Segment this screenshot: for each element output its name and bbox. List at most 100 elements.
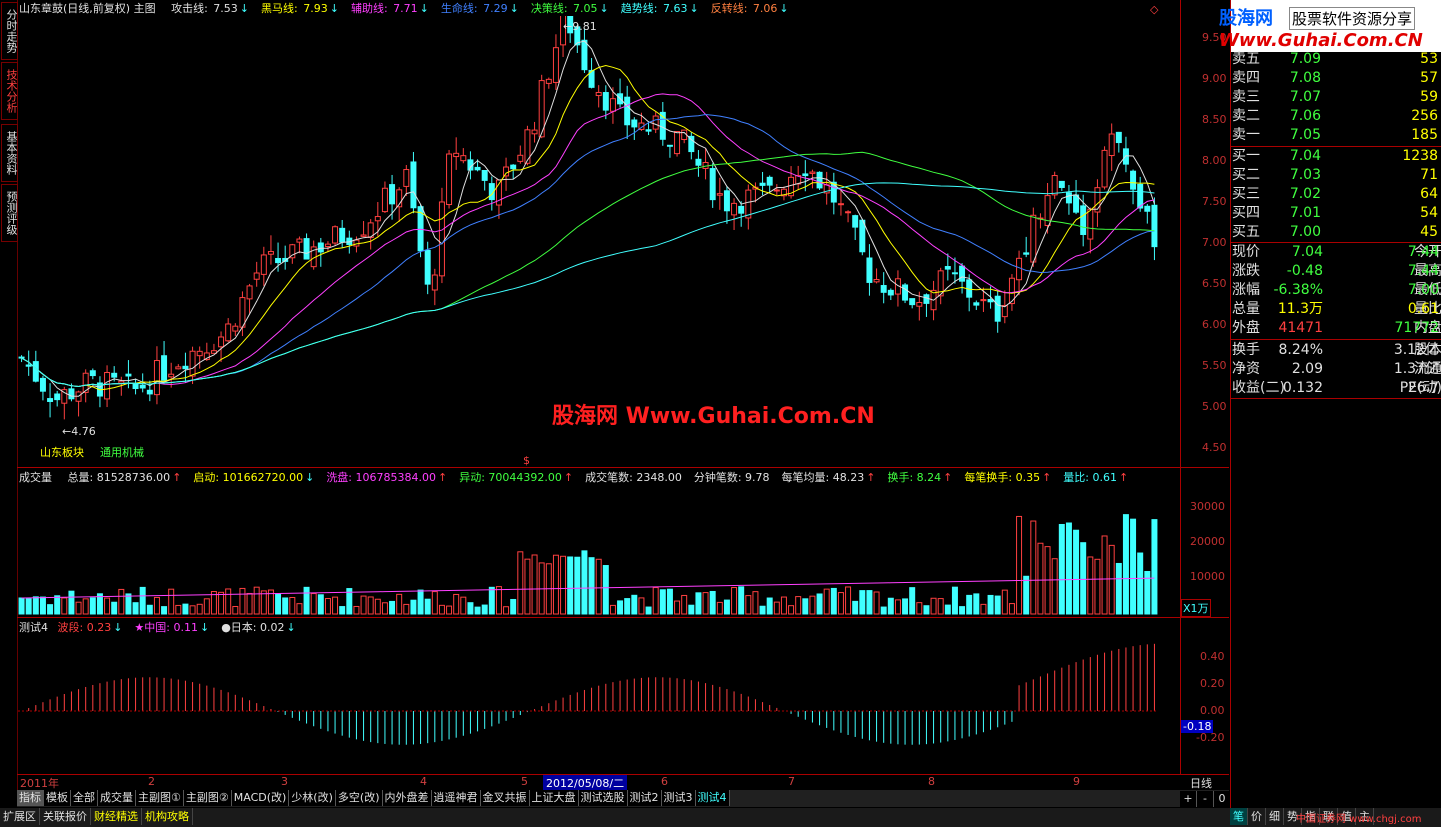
status-tab[interactable]: 关联报价 <box>40 808 91 825</box>
period-label[interactable]: 日线 <box>1190 775 1212 791</box>
volume-bar <box>859 590 866 615</box>
volume-bar <box>89 597 96 615</box>
candle-body <box>139 384 146 389</box>
tab-fundamentals[interactable]: 基本资料 <box>1 124 18 182</box>
candle-body <box>581 39 588 71</box>
candle-body <box>225 323 232 342</box>
order-volume: 53 <box>1420 51 1438 67</box>
zoom-button[interactable]: - <box>1197 791 1214 807</box>
indicator-tab[interactable]: 上证大盘 <box>529 790 579 806</box>
arrow-icon: ↑ <box>1119 471 1129 484</box>
volume-bar <box>567 556 574 615</box>
indicator-tab[interactable]: 指标 <box>17 790 44 806</box>
indicator-tab[interactable]: 测试4 <box>695 790 730 806</box>
volume-bar <box>39 596 46 615</box>
indicator-tab[interactable]: 金叉共振 <box>480 790 530 806</box>
price-tick-label: 8.50 <box>1202 113 1227 126</box>
volume-bar <box>1037 542 1044 615</box>
volume-bar <box>125 593 132 615</box>
candle-body <box>1080 205 1087 235</box>
quote-view-tab[interactable]: 价 <box>1248 808 1266 825</box>
indicator-tab[interactable]: 主副图② <box>183 790 232 806</box>
candle-body <box>410 161 417 209</box>
status-tab[interactable]: 财经精选 <box>91 808 142 825</box>
candle-body <box>25 364 32 367</box>
volume-bar <box>1058 523 1065 615</box>
indicator-tab[interactable]: 内外盘差 <box>382 790 432 806</box>
dividend-marker-icon: $ <box>523 454 530 467</box>
order-volume: 256 <box>1411 108 1438 124</box>
indicator-tab[interactable]: 少林(改) <box>289 790 336 806</box>
indicator-stat: 趋势线: 7.63 ↓ <box>621 2 701 15</box>
volume-bar <box>353 605 360 615</box>
arrow-icon: ↓ <box>419 2 429 15</box>
status-tab[interactable]: 机构攻略 <box>142 808 193 825</box>
volume-bar <box>446 605 453 615</box>
indicator-tab[interactable]: 主副图① <box>136 790 184 806</box>
indicator-tab[interactable]: 测试3 <box>661 790 696 806</box>
industry-label[interactable]: 通用机械 <box>100 444 144 460</box>
quote-value: 0.61 <box>1407 301 1439 317</box>
stat-text: ★中国: 0.11 <box>134 621 198 634</box>
volume-bar <box>381 602 388 615</box>
candle-body <box>175 366 182 370</box>
order-volume: 64 <box>1420 186 1438 202</box>
order-volume: 54 <box>1420 205 1438 221</box>
volume-bar <box>132 602 139 615</box>
indicator-tab[interactable]: 测试2 <box>627 790 662 806</box>
candle-body <box>987 299 994 303</box>
indicator-tab[interactable]: MACD(改) <box>231 790 290 806</box>
tab-intraday[interactable]: 分时走势 <box>1 2 18 60</box>
order-volume: 71 <box>1420 167 1438 183</box>
candle-body <box>973 302 980 306</box>
status-tab[interactable]: 扩展区 <box>0 808 40 825</box>
zoom-button[interactable]: 0 <box>1214 791 1231 807</box>
candle-body <box>944 266 951 270</box>
tab-forecast[interactable]: 预测评级 <box>1 184 18 242</box>
candle-body <box>852 215 859 228</box>
order-price: 7.06 <box>1289 108 1321 124</box>
indicator-tab[interactable]: 测试选股 <box>578 790 628 806</box>
tab-technical[interactable]: 技术分析 <box>1 62 18 120</box>
volume-bar <box>695 592 702 615</box>
volume-stat: 换手: 8.24 ↑ <box>887 471 954 484</box>
volume-bar <box>374 598 381 615</box>
order-volume: 185 <box>1411 127 1438 143</box>
quote-row: 外盘 41471 内盘 71772 <box>1231 319 1441 338</box>
indicator-tab[interactable]: 多空(改) <box>335 790 383 806</box>
volume-bar <box>723 599 730 615</box>
volume-bar <box>467 602 474 615</box>
candle-body <box>317 242 324 253</box>
volume-bar <box>239 587 246 615</box>
volume-bar <box>460 596 467 615</box>
quote-view-tab[interactable]: 细 <box>1266 808 1284 825</box>
volume-bar <box>866 590 873 615</box>
candle-body <box>339 227 346 243</box>
volume-bar <box>495 586 502 615</box>
candle-body <box>232 325 239 332</box>
date-tick-label: 4 <box>420 775 427 788</box>
volume-bar <box>560 555 567 615</box>
candle-body <box>1087 208 1094 240</box>
indicator-tab[interactable]: 模板 <box>44 790 71 806</box>
chart-settings-icon[interactable]: ◇ <box>1150 3 1158 16</box>
volume-bar <box>795 596 802 615</box>
volume-bar <box>759 605 766 615</box>
quote-view-tab[interactable]: 笔 <box>1230 808 1248 825</box>
zoom-button[interactable]: + <box>1180 791 1197 807</box>
candle-body <box>1115 131 1122 144</box>
arrow-icon: ↓ <box>239 2 250 15</box>
order-label: 卖五 <box>1232 51 1260 67</box>
volume-bar <box>317 594 324 615</box>
volume-bar <box>175 604 182 615</box>
volume-bar <box>809 595 816 615</box>
candle-body <box>624 96 631 126</box>
stat-text: 每笔均量: 48.23 <box>781 471 865 484</box>
indicator-tab[interactable]: 全部 <box>71 790 98 806</box>
volume-bar <box>104 597 111 615</box>
indicator-tab[interactable]: 成交量 <box>98 790 136 806</box>
indicator-tab[interactable]: 逍遥神君 <box>431 790 481 806</box>
sector-label[interactable]: 山东板块 <box>40 444 84 460</box>
volume-bar <box>588 557 595 615</box>
volume-bar <box>666 588 673 615</box>
